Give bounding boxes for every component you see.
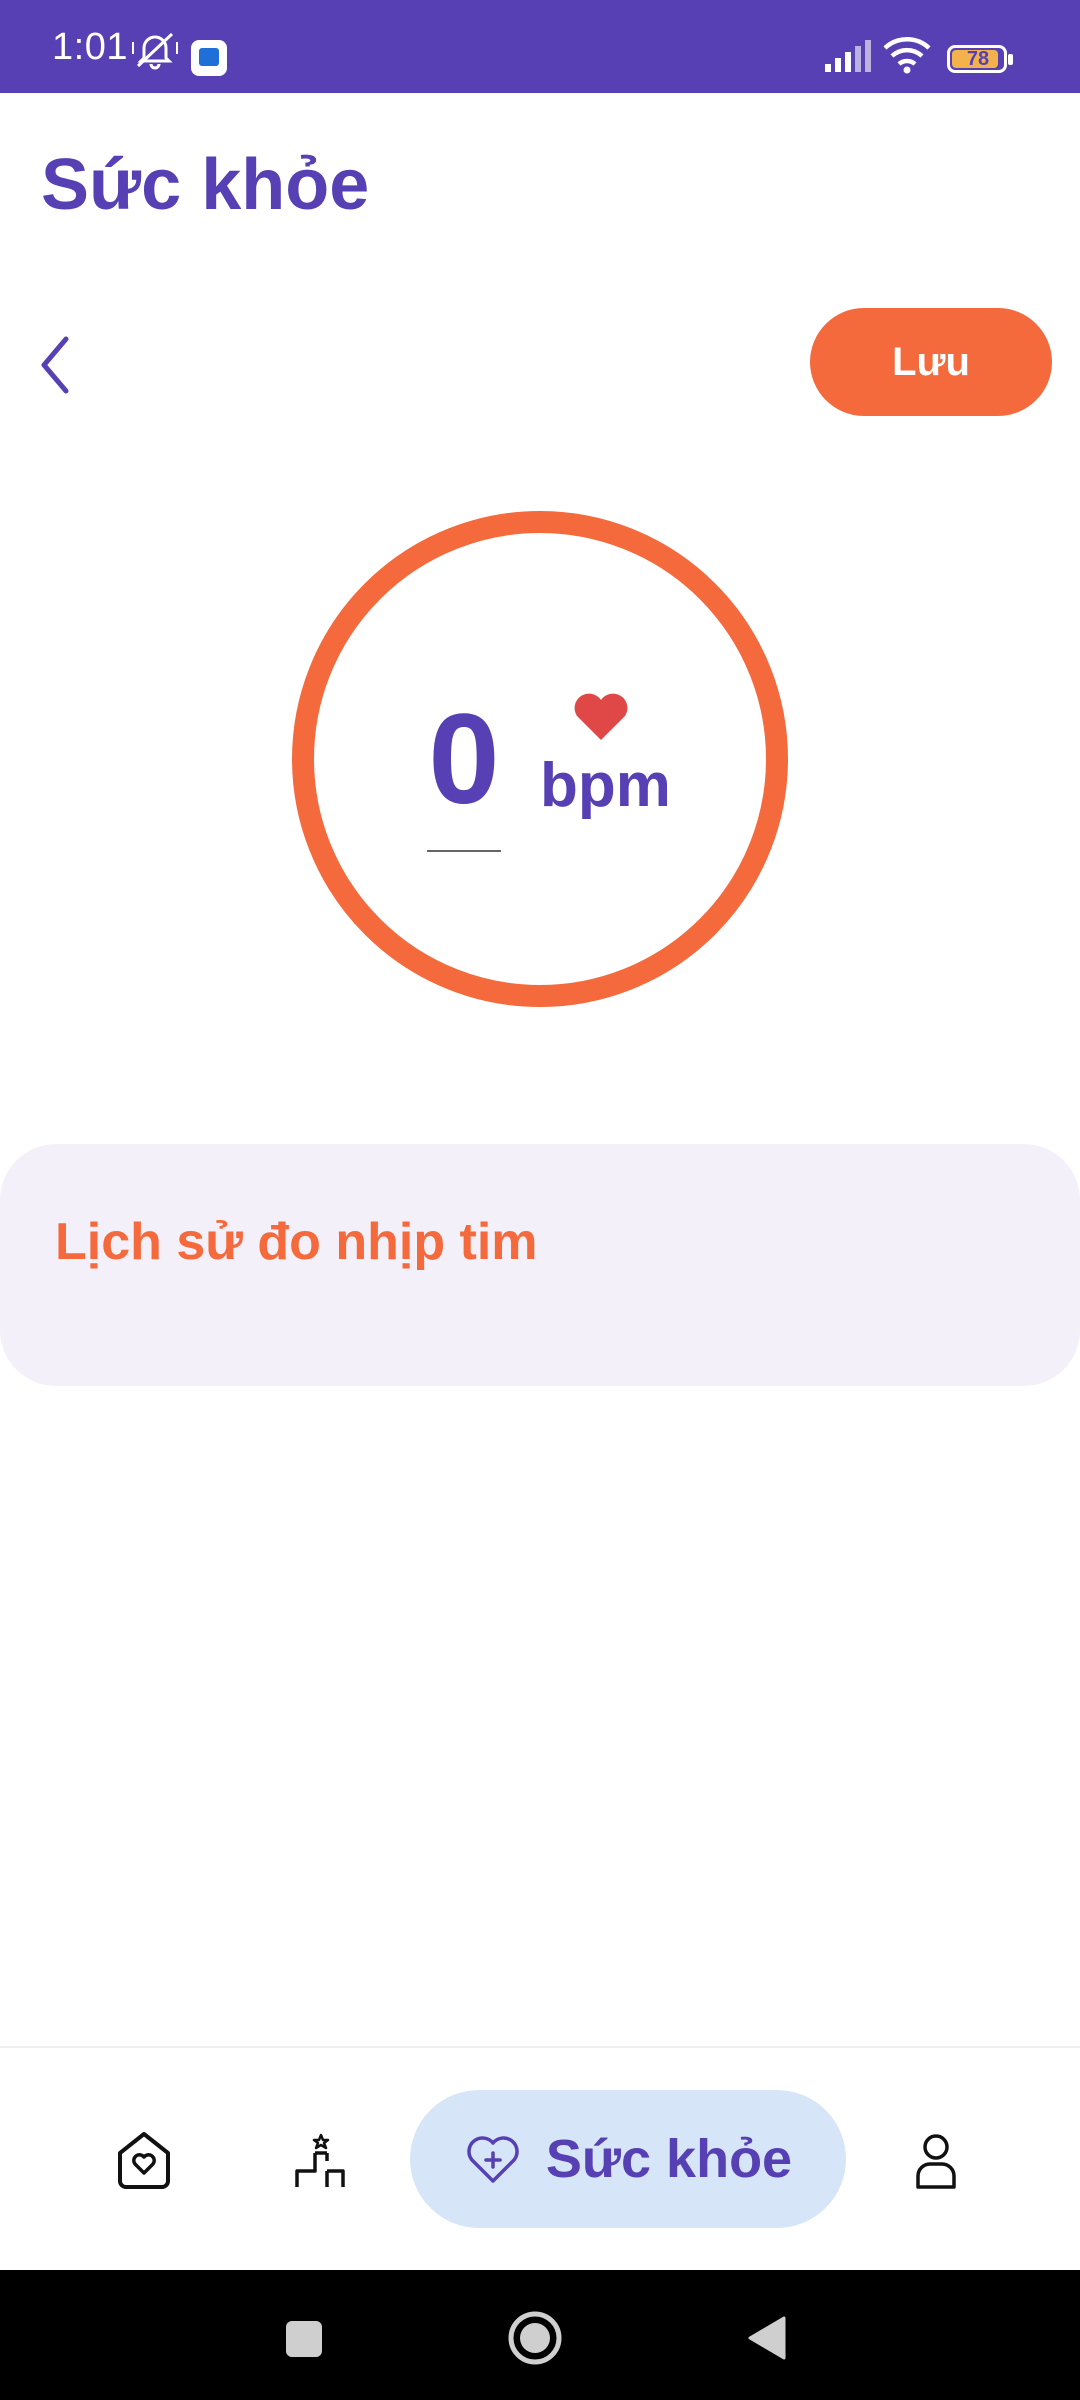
battery-level: 78 bbox=[966, 48, 990, 70]
wifi-icon bbox=[883, 36, 931, 79]
nav-item-health[interactable]: Sức khỏe bbox=[410, 2090, 846, 2228]
chevron-left-icon bbox=[41, 336, 69, 394]
exercise-icon bbox=[295, 2133, 345, 2187]
signal-icon bbox=[823, 38, 873, 77]
status-bar: 1:01 78 bbox=[0, 0, 1080, 93]
status-time: 1:01 bbox=[52, 26, 128, 68]
heart-plus-icon bbox=[467, 2136, 519, 2183]
history-title: Lịch sử đo nhịp tim bbox=[55, 1213, 538, 1271]
save-button[interactable]: Lưu bbox=[810, 308, 1052, 416]
heart-rate-input[interactable]: 0 bbox=[427, 690, 501, 830]
home-heart-icon bbox=[118, 2132, 170, 2189]
input-underline bbox=[427, 850, 501, 852]
mute-icon bbox=[130, 30, 180, 75]
bpm-unit-label: bpm bbox=[540, 751, 671, 820]
recents-icon[interactable] bbox=[280, 2315, 328, 2363]
back-icon[interactable] bbox=[742, 2312, 790, 2364]
person-icon bbox=[916, 2134, 956, 2189]
heart-icon bbox=[573, 692, 629, 747]
system-nav-bar bbox=[0, 2270, 1080, 2400]
nav-item-health-label: Sức khỏe bbox=[545, 2129, 793, 2189]
page-title: Sức khỏe bbox=[41, 145, 370, 225]
app-notification-icon bbox=[191, 40, 227, 76]
battery-icon: 78 bbox=[947, 45, 1013, 73]
nav-item-home[interactable] bbox=[108, 2118, 180, 2202]
back-button[interactable] bbox=[30, 325, 80, 405]
nav-item-exercise[interactable] bbox=[286, 2125, 356, 2197]
nav-item-profile[interactable] bbox=[908, 2125, 964, 2197]
home-icon[interactable] bbox=[505, 2308, 565, 2368]
